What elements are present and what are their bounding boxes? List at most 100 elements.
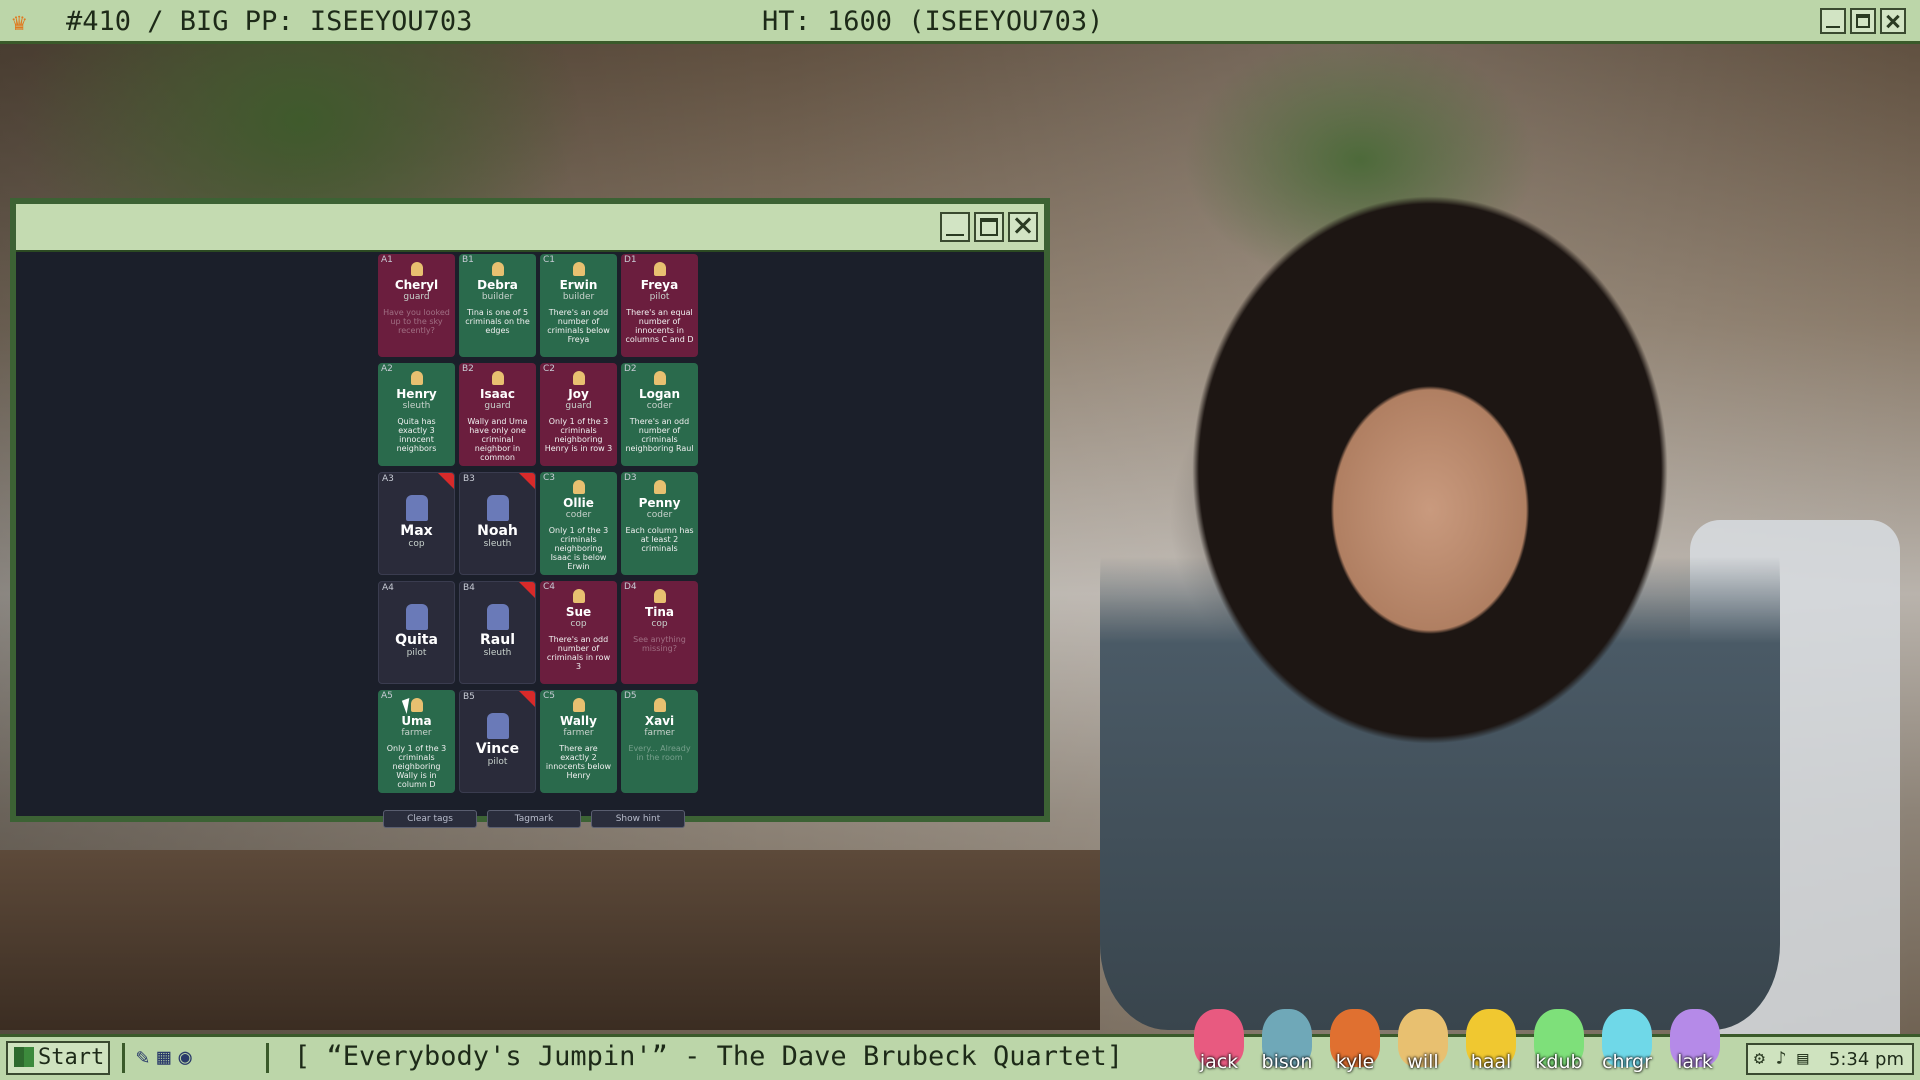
- overlay-window-controls: [1820, 8, 1906, 34]
- suspect-portrait-icon: [653, 371, 666, 385]
- taskbar: Start ✎ ▦ ◉ [ “Everybody's Jumpin'” - Th…: [0, 1009, 1920, 1080]
- suspect-board: A1 Cheryl guard Have you looked up to the s…: [378, 254, 698, 793]
- bunny-label: kdub: [1535, 1051, 1583, 1073]
- suspect-card-tina[interactable]: D4 Tina cop See anything missing?: [621, 581, 698, 684]
- suspect-name: Uma: [401, 714, 432, 728]
- suspect-card-vince[interactable]: B5 Vince pilot: [459, 690, 536, 793]
- suspect-name: Freya: [640, 278, 679, 292]
- flag-marker-icon: [438, 473, 454, 489]
- suspect-card-penny[interactable]: D3 Penny coder Each column has at least 2 c…: [621, 472, 698, 575]
- suspect-role: farmer: [401, 728, 432, 738]
- card-coordinate: A3: [382, 474, 394, 484]
- suspect-role: sleuth: [402, 401, 431, 411]
- card-coordinate: D2: [624, 364, 637, 374]
- suspect-clue: Tina is one of 5 criminals on the edges: [465, 308, 530, 335]
- suspect-card-ollie[interactable]: C3 Ollie coder Only 1 of the 3 criminals ne…: [540, 472, 617, 575]
- quick-launch: ✎ ▦ ◉: [136, 1045, 192, 1070]
- browser-icon[interactable]: ◉: [179, 1045, 192, 1070]
- card-coordinate: A5: [381, 691, 393, 701]
- suspect-role: coder: [646, 401, 673, 411]
- card-coordinate: B3: [463, 474, 475, 484]
- suspect-card-henry[interactable]: A2 Henry sleuth Quita has exactly 3 innocen…: [378, 363, 455, 466]
- system-tray: ⚙ ♪ ▤ 5:34 pm: [1746, 1043, 1914, 1075]
- suspect-card-debra[interactable]: B1 Debra builder Tina is one of 5 criminals…: [459, 254, 536, 357]
- suspect-clue: Quita has exactly 3 innocent neighbors: [396, 417, 437, 453]
- game-button-clear-tags[interactable]: Clear tags: [383, 810, 477, 828]
- suspect-role: pilot: [406, 648, 427, 658]
- notepad-icon[interactable]: ✎: [136, 1045, 149, 1070]
- card-coordinate: D1: [624, 255, 637, 265]
- suspect-card-joy[interactable]: C2 Joy guard Only 1 of the 3 criminals neig…: [540, 363, 617, 466]
- start-logo-icon: [14, 1047, 34, 1067]
- suspect-portrait-icon: [486, 604, 509, 630]
- suspect-card-logan[interactable]: D2 Logan coder There's an odd number of cri…: [621, 363, 698, 466]
- bunny-label: lark: [1677, 1051, 1713, 1073]
- suspect-name: Henry: [396, 387, 437, 401]
- close-icon[interactable]: [1880, 8, 1906, 34]
- suspect-name: Quita: [395, 632, 438, 648]
- close-icon[interactable]: [1008, 212, 1038, 242]
- game-button-show-hint[interactable]: Show hint: [591, 810, 685, 828]
- suspect-role: guard: [403, 292, 430, 302]
- suspect-card-cheryl[interactable]: A1 Cheryl guard Have you looked up to the s…: [378, 254, 455, 357]
- suspect-role: cop: [570, 619, 587, 629]
- suspect-role: cop: [408, 539, 425, 549]
- suspect-role: guard: [484, 401, 511, 411]
- card-coordinate: B5: [463, 692, 475, 702]
- suspect-portrait-icon: [653, 262, 666, 276]
- suspect-role: builder: [562, 292, 595, 302]
- suspect-card-raul[interactable]: B4 Raul sleuth: [459, 581, 536, 684]
- maximize-icon[interactable]: [974, 212, 1004, 242]
- flag-marker-icon: [519, 582, 535, 598]
- game-window-title-bar[interactable]: [16, 204, 1044, 252]
- bunny-label: will: [1407, 1051, 1439, 1073]
- suspect-card-uma[interactable]: A5 Uma farmer Only 1 of the 3 criminals nei…: [378, 690, 455, 793]
- suspect-clue: There's an equal number of innocents in …: [625, 308, 694, 344]
- suspect-card-quita[interactable]: A4 Quita pilot: [378, 581, 455, 684]
- suspect-name: Debra: [477, 278, 518, 292]
- suspect-portrait-icon: [572, 698, 585, 712]
- programs-icon[interactable]: ▦: [157, 1045, 170, 1070]
- suspect-role: sleuth: [483, 539, 512, 549]
- suspect-name: Sue: [565, 605, 592, 619]
- suspect-card-max[interactable]: A3 Max cop: [378, 472, 455, 575]
- card-coordinate: B1: [462, 255, 474, 265]
- suspect-card-noah[interactable]: B3 Noah sleuth: [459, 472, 536, 575]
- start-button[interactable]: Start: [6, 1041, 110, 1075]
- suspect-portrait-icon: [572, 589, 585, 603]
- minimize-icon[interactable]: [1820, 8, 1846, 34]
- suspect-role: pilot: [649, 292, 670, 302]
- suspect-clue: There's an odd number of criminals in ro…: [546, 635, 611, 671]
- overlay-title-center: HT: 1600 (ISEEYOU703): [762, 6, 1104, 37]
- card-coordinate: D5: [624, 691, 637, 701]
- suspect-card-xavi[interactable]: D5 Xavi farmer Every... Already in the room: [621, 690, 698, 793]
- bunny-label: bison: [1261, 1051, 1313, 1073]
- suspect-clue: Each column has at least 2 criminals: [625, 526, 694, 553]
- clock: 5:34 pm: [1828, 1049, 1904, 1070]
- suspect-card-freya[interactable]: D1 Freya pilot There's an equal number of i…: [621, 254, 698, 357]
- suspect-clue: Wally and Uma have only one criminal nei…: [467, 417, 528, 462]
- suspect-portrait-icon: [491, 262, 504, 276]
- suspect-card-sue[interactable]: C4 Sue cop There's an odd number of crimina…: [540, 581, 617, 684]
- maximize-icon[interactable]: [1850, 8, 1876, 34]
- suspect-card-isaac[interactable]: B2 Isaac guard Wally and Uma have only one …: [459, 363, 536, 466]
- crown-icon: ♛: [12, 8, 27, 36]
- suspect-name: Raul: [480, 632, 515, 648]
- suspect-clue: Have you looked up to the sky recently?: [383, 308, 450, 335]
- webcam-streamer: [1100, 170, 1780, 1030]
- suspect-card-erwin[interactable]: C1 Erwin builder There's an odd number of c…: [540, 254, 617, 357]
- suspect-name: Logan: [638, 387, 681, 401]
- suspect-role: coder: [646, 510, 673, 520]
- suspect-name: Tina: [645, 605, 674, 619]
- suspect-role: pilot: [487, 757, 508, 767]
- suspect-card-wally[interactable]: C5 Wally farmer There are exactly 2 innocen…: [540, 690, 617, 793]
- bunny-label: chrgr: [1602, 1051, 1652, 1073]
- suspect-role: farmer: [644, 728, 675, 738]
- suspect-name: Erwin: [559, 278, 598, 292]
- viewer-bunny: haal: [1460, 987, 1522, 1073]
- suspect-role: sleuth: [483, 648, 512, 658]
- tray-icons[interactable]: ⚙ ♪ ▤: [1754, 1048, 1808, 1069]
- game-button-tagmark[interactable]: Tagmark: [487, 810, 581, 828]
- bunny-label: haal: [1470, 1051, 1512, 1073]
- minimize-icon[interactable]: [940, 212, 970, 242]
